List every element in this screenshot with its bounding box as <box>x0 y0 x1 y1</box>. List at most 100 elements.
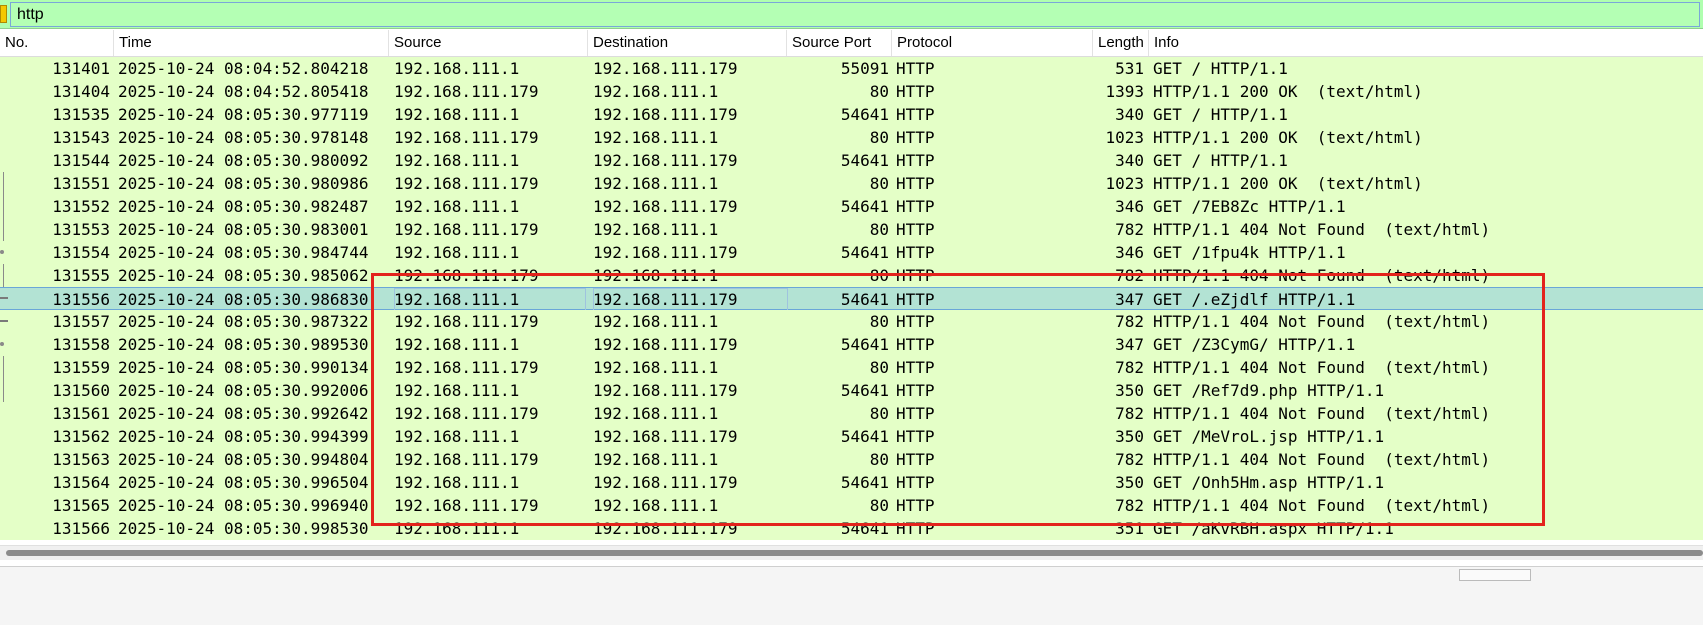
column-header-length[interactable]: Length <box>1093 30 1149 56</box>
cell-destination: 192.168.111.179 <box>593 105 738 124</box>
cell-source: 192.168.111.179 <box>394 174 539 193</box>
cell-source: 192.168.111.179 <box>394 82 539 101</box>
arrow-icon <box>0 297 8 299</box>
cell-source-port: 80 <box>869 174 889 193</box>
cell-protocol: HTTP <box>896 105 935 124</box>
cell-time: 2025-10-24 08:05:30.982487 <box>118 197 369 216</box>
cell-time: 2025-10-24 08:05:30.998530 <box>118 519 369 538</box>
cell-length: 340 <box>1115 105 1144 124</box>
scrollbar-thumb[interactable] <box>6 550 1703 556</box>
packet-row[interactable]: 131401 2025-10-24 08:04:52.804218 192.168.… <box>0 57 1703 80</box>
related-packet-marker <box>0 218 8 241</box>
cell-time: 2025-10-24 08:05:30.996940 <box>118 496 369 515</box>
cell-no: 131558 <box>52 335 110 354</box>
packet-list-header: No. Time Source Destination Source Port … <box>0 30 1703 57</box>
cell-time: 2025-10-24 08:05:30.996504 <box>118 473 369 492</box>
cell-length: 340 <box>1115 151 1144 170</box>
cell-length: 346 <box>1115 243 1144 262</box>
column-header-protocol[interactable]: Protocol <box>892 30 1093 56</box>
cell-no: 131559 <box>52 358 110 377</box>
cell-destination: 192.168.111.1 <box>593 82 719 101</box>
cell-no: 131404 <box>52 82 110 101</box>
cell-source-port: 54641 <box>840 243 889 262</box>
cell-time: 2025-10-24 08:05:30.987322 <box>118 312 369 331</box>
cell-time: 2025-10-24 08:05:30.983001 <box>118 220 369 239</box>
cell-time: 2025-10-24 08:05:30.989530 <box>118 335 369 354</box>
cell-time: 2025-10-24 08:05:30.980986 <box>118 174 369 193</box>
connector-icon <box>3 195 4 218</box>
arrow-icon <box>0 320 8 322</box>
cell-time: 2025-10-24 08:05:30.985062 <box>118 266 369 285</box>
cell-info: HTTP/1.1 200 OK (text/html) <box>1153 174 1423 193</box>
related-packet-marker <box>0 333 8 356</box>
cell-no: 131556 <box>52 290 110 309</box>
display-filter-input[interactable] <box>10 2 1700 27</box>
packet-row[interactable]: 131544 2025-10-24 08:05:30.980092 192.168.… <box>0 149 1703 172</box>
cell-source-port: 54641 <box>840 197 889 216</box>
cell-info: GET /7EB8Zc HTTP/1.1 <box>1153 197 1346 216</box>
cell-info: HTTP/1.1 200 OK (text/html) <box>1153 82 1423 101</box>
cell-time: 2025-10-24 08:05:30.994399 <box>118 427 369 446</box>
cell-no: 131553 <box>52 220 110 239</box>
cell-no: 131552 <box>52 197 110 216</box>
cell-info: GET / HTTP/1.1 <box>1153 105 1288 124</box>
cell-no: 131401 <box>52 59 110 78</box>
column-header-info[interactable]: Info <box>1149 30 1703 56</box>
cell-destination: 192.168.111.1 <box>593 174 719 193</box>
cell-time: 2025-10-24 08:04:52.804218 <box>118 59 369 78</box>
cell-info: HTTP/1.1 200 OK (text/html) <box>1153 128 1423 147</box>
cell-source-port: 80 <box>869 128 889 147</box>
cell-source-port: 54641 <box>840 151 889 170</box>
cell-length: 346 <box>1115 197 1144 216</box>
connector-icon <box>3 264 4 287</box>
cell-time: 2025-10-24 08:05:30.978148 <box>118 128 369 147</box>
related-packet-marker <box>0 172 8 195</box>
cell-no: 131563 <box>52 450 110 469</box>
packet-row[interactable]: 131535 2025-10-24 08:05:30.977119 192.168.… <box>0 103 1703 126</box>
cell-protocol: HTTP <box>896 220 935 239</box>
packet-row[interactable]: 131543 2025-10-24 08:05:30.978148 192.168.… <box>0 126 1703 149</box>
cell-destination: 192.168.111.179 <box>593 197 738 216</box>
cell-destination: 192.168.111.179 <box>593 59 738 78</box>
cell-info: GET / HTTP/1.1 <box>1153 151 1288 170</box>
cell-length: 1023 <box>1105 174 1144 193</box>
related-packet-marker <box>0 356 8 379</box>
connector-icon <box>3 172 4 195</box>
cell-protocol: HTTP <box>896 197 935 216</box>
cell-destination: 192.168.111.1 <box>593 220 719 239</box>
cell-length: 1393 <box>1105 82 1144 101</box>
column-header-source[interactable]: Source <box>389 30 588 56</box>
cell-source: 192.168.111.1 <box>394 105 520 124</box>
packet-row[interactable]: 131551 2025-10-24 08:05:30.980986 192.168.… <box>0 172 1703 195</box>
cell-time: 2025-10-24 08:05:30.990134 <box>118 358 369 377</box>
cell-protocol: HTTP <box>896 59 935 78</box>
related-packet-marker <box>0 310 8 333</box>
packet-row[interactable]: 131404 2025-10-24 08:04:52.805418 192.168.… <box>0 80 1703 103</box>
related-packet-marker <box>0 287 8 310</box>
display-filter-bar <box>0 0 1703 29</box>
connector-icon <box>3 218 4 241</box>
packet-row[interactable]: 131552 2025-10-24 08:05:30.982487 192.168.… <box>0 195 1703 218</box>
column-header-destination[interactable]: Destination <box>588 30 787 56</box>
cell-protocol: HTTP <box>896 243 935 262</box>
cell-source: 192.168.111.179 <box>394 220 539 239</box>
horizontal-scrollbar[interactable] <box>0 545 1703 560</box>
column-header-time[interactable]: Time <box>114 30 389 56</box>
cell-length: 1023 <box>1105 128 1144 147</box>
cell-no: 131566 <box>52 519 110 538</box>
cell-time: 2025-10-24 08:05:30.986830 <box>118 290 369 309</box>
packet-row[interactable]: 131553 2025-10-24 08:05:30.983001 192.168.… <box>0 218 1703 241</box>
packet-row[interactable]: 131554 2025-10-24 08:05:30.984744 192.168.… <box>0 241 1703 264</box>
cell-info: HTTP/1.1 404 Not Found (text/html) <box>1153 220 1491 239</box>
cell-protocol: HTTP <box>896 174 935 193</box>
column-header-no[interactable]: No. <box>0 30 114 56</box>
cell-no: 131544 <box>52 151 110 170</box>
related-packet-marker <box>0 264 8 287</box>
cell-no: 131557 <box>52 312 110 331</box>
bookmark-icon[interactable] <box>0 5 7 23</box>
cell-time: 2025-10-24 08:05:30.980092 <box>118 151 369 170</box>
cell-destination: 192.168.111.179 <box>593 243 738 262</box>
status-panel <box>1459 569 1531 581</box>
column-header-source-port[interactable]: Source Port <box>787 30 892 56</box>
cell-source-port: 80 <box>869 220 889 239</box>
